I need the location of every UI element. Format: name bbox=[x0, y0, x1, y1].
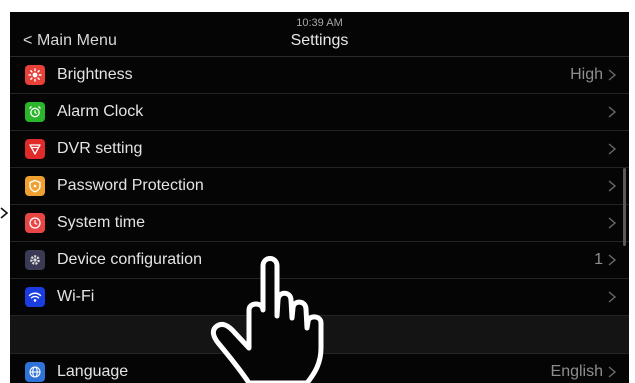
dvr-icon bbox=[25, 139, 45, 159]
settings-item-label: System time bbox=[57, 214, 146, 231]
brightness-icon bbox=[25, 65, 45, 85]
settings-item-value: 1 bbox=[594, 251, 603, 268]
chevron-right-icon bbox=[608, 69, 617, 81]
alarm-clock-icon bbox=[25, 102, 45, 122]
settings-item-value: English bbox=[550, 363, 603, 380]
clock-icon bbox=[25, 213, 45, 233]
settings-item-value: High bbox=[570, 66, 603, 83]
settings-item-label: DVR setting bbox=[57, 140, 143, 157]
settings-item-alarm-clock[interactable]: Alarm Clock bbox=[10, 93, 629, 130]
settings-item-label: Language bbox=[57, 363, 129, 380]
settings-item-label: Wi-Fi bbox=[57, 288, 95, 305]
chevron-right-icon bbox=[608, 143, 617, 155]
chevron-right-icon bbox=[608, 180, 617, 192]
scrollbar[interactable] bbox=[623, 168, 626, 246]
chevron-right-icon bbox=[608, 217, 617, 229]
settings-item-password-protection[interactable]: Password Protection bbox=[10, 167, 629, 204]
chevron-right-icon bbox=[608, 106, 617, 118]
settings-item-brightness[interactable]: Brightness High bbox=[10, 56, 629, 93]
settings-item-label: Password Protection bbox=[57, 177, 204, 194]
arrow-pointer-icon bbox=[0, 207, 9, 219]
tap-hand-icon bbox=[210, 256, 324, 383]
wifi-icon bbox=[25, 287, 45, 307]
settings-item-dvr-setting[interactable]: DVR setting bbox=[10, 130, 629, 167]
settings-item-label: Device configuration bbox=[57, 251, 202, 268]
globe-icon bbox=[25, 362, 45, 382]
shield-icon bbox=[25, 176, 45, 196]
settings-item-system-time[interactable]: System time bbox=[10, 204, 629, 241]
chevron-right-icon bbox=[608, 366, 617, 378]
page-title: Settings bbox=[290, 32, 349, 49]
status-time: 10:39 AM bbox=[296, 17, 343, 29]
top-bar: < Main Menu 10:39 AM Settings bbox=[10, 12, 629, 56]
settings-item-label: Brightness bbox=[57, 66, 133, 83]
gear-icon bbox=[25, 250, 45, 270]
settings-item-label: Alarm Clock bbox=[57, 103, 144, 120]
chevron-right-icon bbox=[608, 291, 617, 303]
chevron-right-icon bbox=[608, 254, 617, 266]
